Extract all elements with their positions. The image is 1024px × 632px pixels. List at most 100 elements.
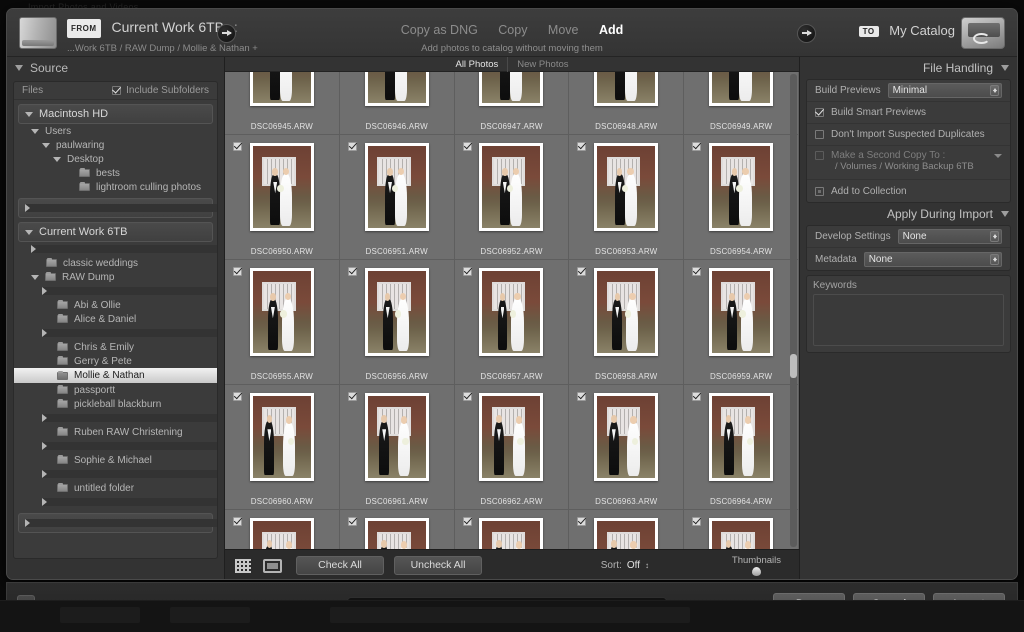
thumbnail-checkbox[interactable] (233, 267, 242, 276)
thumbnail-cell[interactable]: DSC06952.ARW (455, 135, 570, 260)
metadata-stepper-icon[interactable] (990, 254, 999, 265)
grid-scrollbar[interactable] (790, 74, 797, 547)
thumbnail-cell[interactable]: DSC06964.ARW (684, 385, 799, 510)
thumbnail-image[interactable] (250, 518, 314, 549)
thumbnail-checkbox[interactable] (348, 267, 357, 276)
thumbnail-cell[interactable]: DSC06966.ARW (340, 510, 455, 549)
folder-item[interactable]: Steven and Sarah (14, 467, 217, 481)
second-copy-checkbox[interactable] (815, 151, 824, 160)
folder-item[interactable]: Sophie & Michael (14, 453, 217, 467)
source-panel-header[interactable]: Source (7, 57, 224, 79)
second-copy-row[interactable]: Make a Second Copy To : / Volumes / Work… (807, 146, 1010, 180)
thumbnail-cell[interactable]: DSC06951.ARW (340, 135, 455, 260)
thumbnail-checkbox[interactable] (348, 517, 357, 526)
thumbnail-image[interactable] (479, 72, 543, 106)
thumbnail-image[interactable] (709, 72, 773, 106)
twisty-icon[interactable] (42, 329, 218, 337)
twisty-icon[interactable] (31, 245, 218, 253)
mode-copy[interactable]: Copy (498, 23, 527, 37)
dont-import-duplicates-row[interactable]: Don't Import Suspected Duplicates (807, 124, 1010, 146)
volume-item[interactable]: Macintosh HD (18, 104, 213, 124)
thumbnail-checkbox[interactable] (577, 267, 586, 276)
folder-item[interactable]: passportt (14, 383, 217, 397)
thumbnail-checkbox[interactable] (233, 517, 242, 526)
destination-name[interactable]: My Catalog (889, 23, 955, 38)
build-previews-select[interactable]: Minimal (888, 83, 1002, 98)
build-smart-previews-row[interactable]: Build Smart Previews (807, 102, 1010, 124)
thumbnail-image[interactable] (594, 393, 658, 481)
thumbnail-image[interactable] (709, 393, 773, 481)
twisty-icon[interactable] (42, 400, 51, 409)
thumbnail-image[interactable] (365, 268, 429, 356)
thumbnail-cell[interactable]: DSC06953.ARW (569, 135, 684, 260)
thumbnail-image[interactable] (594, 143, 658, 231)
folder-item[interactable]: 2nd shoot neale (14, 284, 217, 298)
folder-item[interactable]: sarah & john (14, 439, 217, 453)
twisty-icon[interactable] (42, 442, 218, 450)
apply-during-import-header[interactable]: Apply During Import (800, 203, 1017, 225)
folder-item[interactable]: RAW Dump (14, 270, 217, 284)
thumbnail-checkbox[interactable] (463, 142, 472, 151)
mode-move[interactable]: Move (548, 23, 579, 37)
thumbnail-cell[interactable]: DSC06962.ARW (455, 385, 570, 510)
folder-item[interactable]: April personal camera (14, 326, 217, 340)
thumbnail-checkbox[interactable] (577, 142, 586, 151)
metadata-select[interactable]: None (864, 252, 1002, 267)
uncheck-all-button[interactable]: Uncheck All (394, 556, 482, 575)
thumbnail-checkbox[interactable] (463, 517, 472, 526)
thumbnail-cell[interactable]: DSC06967.ARW (455, 510, 570, 549)
sort-control[interactable]: Sort: Off ↕ (601, 560, 649, 571)
twisty-icon[interactable] (42, 287, 218, 295)
twisty-icon[interactable] (42, 343, 51, 352)
grid-scrollbar-thumb[interactable] (790, 354, 797, 378)
thumbnail-cell[interactable]: DSC06955.ARW (225, 260, 340, 385)
thumbnail-cell[interactable]: DSC06965.ARW (225, 510, 340, 549)
grid-view-icon[interactable] (235, 559, 251, 573)
thumbnail-cell[interactable]: DSC06956.ARW (340, 260, 455, 385)
twisty-icon[interactable] (53, 157, 61, 162)
arrow-right-circle-icon-right[interactable] (797, 24, 816, 43)
thumbnail-image[interactable] (479, 143, 543, 231)
thumbnail-image[interactable] (594, 72, 658, 106)
check-all-button[interactable]: Check All (296, 556, 384, 575)
thumbnail-image[interactable] (479, 268, 543, 356)
thumbnail-image[interactable] (365, 393, 429, 481)
include-subfolders-toggle[interactable]: Include Subfolders (112, 85, 209, 96)
volume-item[interactable]: Archive 8TB (18, 513, 213, 533)
destination-summary[interactable]: TO My Catalog (859, 23, 955, 38)
folder-item[interactable]: 2024 RAWs (14, 242, 217, 256)
tab-all-photos[interactable]: All Photos (446, 57, 507, 72)
thumbnail-checkbox[interactable] (233, 142, 242, 151)
thumbnail-image[interactable] (250, 393, 314, 481)
thumbnail-cell[interactable]: DSC06968.ARW (569, 510, 684, 549)
twisty-icon[interactable] (42, 456, 51, 465)
twisty-icon[interactable] (42, 143, 50, 148)
thumbnail-image[interactable] (709, 143, 773, 231)
folder-item[interactable]: Users (14, 124, 217, 138)
folder-item[interactable]: Richard & Harriet (14, 411, 217, 425)
thumbnail-checkbox[interactable] (577, 392, 586, 401)
twisty-icon[interactable] (31, 275, 39, 280)
thumbnail-checkbox[interactable] (348, 142, 357, 151)
twisty-icon[interactable] (42, 386, 51, 395)
folder-item[interactable]: bests (14, 166, 217, 180)
twisty-icon[interactable] (31, 129, 39, 134)
thumbnail-checkbox[interactable] (577, 517, 586, 526)
thumbnail-cell[interactable]: DSC06959.ARW (684, 260, 799, 385)
thumbnail-cell[interactable]: DSC06949.ARW (684, 72, 799, 135)
folder-item[interactable]: Zoe & Chris (14, 495, 217, 509)
folder-item[interactable]: Gerry & Pete (14, 354, 217, 368)
thumbnail-image[interactable] (479, 518, 543, 549)
twisty-icon[interactable] (42, 470, 218, 478)
thumbnail-cell[interactable]: DSC06958.ARW (569, 260, 684, 385)
folder-item[interactable]: paulwaring (14, 138, 217, 152)
folder-item[interactable]: Abi & Ollie (14, 298, 217, 312)
add-to-collection-row[interactable]: Add to Collection (807, 180, 1010, 202)
chevron-down-icon-second-copy[interactable] (994, 154, 1002, 158)
thumbnail-cell[interactable]: DSC06957.ARW (455, 260, 570, 385)
thumbnail-cell[interactable]: DSC06960.ARW (225, 385, 340, 510)
file-handling-header[interactable]: File Handling (800, 57, 1017, 79)
thumbnail-image[interactable] (250, 268, 314, 356)
thumbnail-checkbox[interactable] (348, 392, 357, 401)
thumbnail-checkbox[interactable] (692, 142, 701, 151)
